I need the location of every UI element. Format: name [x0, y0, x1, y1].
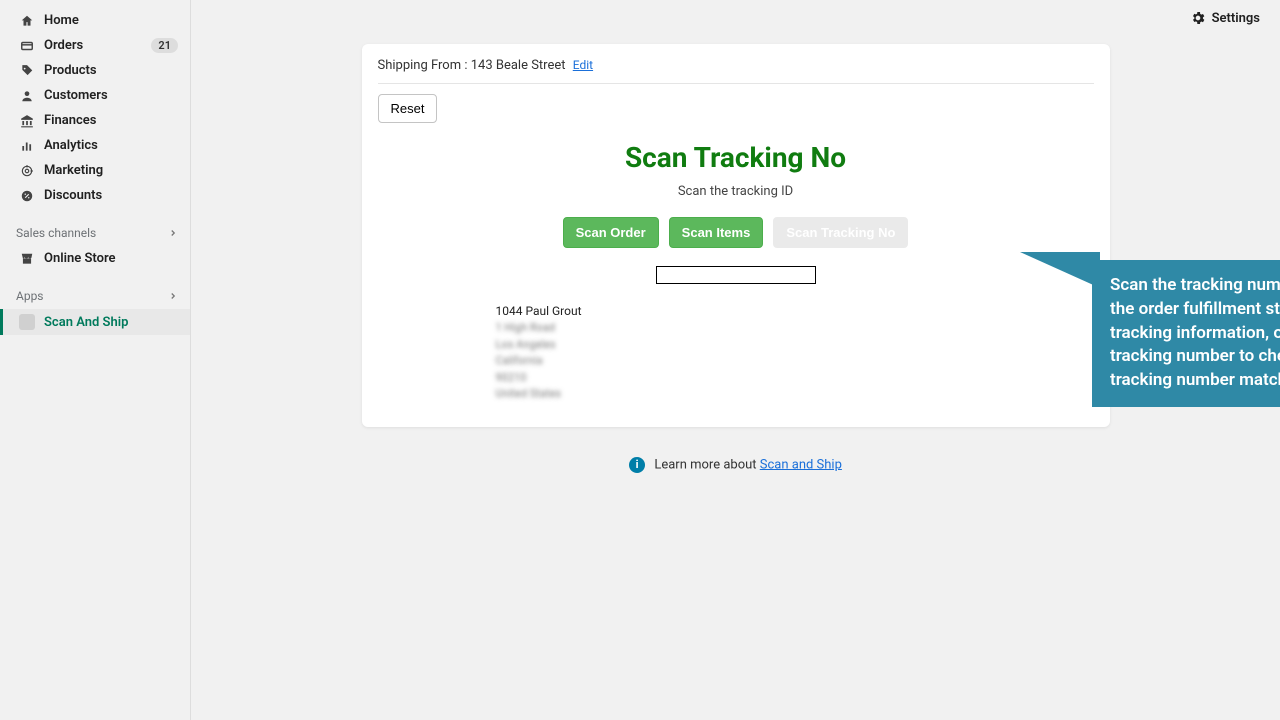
order-address-line: United States: [496, 386, 1094, 403]
discount-icon: [18, 189, 36, 203]
scan-card: Shipping From : 143 Beale Street Edit Re…: [362, 44, 1110, 427]
sidebar-item-label: Scan And Ship: [44, 315, 128, 330]
gear-icon: [1190, 10, 1206, 26]
scan-tracking-button[interactable]: Scan Tracking No: [773, 217, 908, 248]
settings-label: Settings: [1212, 11, 1260, 26]
page-subtitle: Scan the tracking ID: [378, 184, 1094, 199]
tag-icon: [18, 64, 36, 78]
step-buttons: Scan Order Scan Items Scan Tracking No: [378, 217, 1094, 248]
sidebar-item-analytics[interactable]: Analytics: [0, 133, 190, 158]
sidebar-section-sales[interactable]: Sales channels: [0, 220, 190, 246]
target-icon: [18, 164, 36, 178]
tracking-input[interactable]: [656, 266, 816, 284]
callout-text: Scan the tracking number to update the o…: [1110, 275, 1280, 390]
main-area: Settings Shipping From : 143 Beale Stree…: [191, 0, 1280, 720]
sidebar: Home Orders 21 Products Customers Financ…: [0, 0, 191, 720]
edit-shipping-link[interactable]: Edit: [573, 58, 593, 72]
sidebar-item-home[interactable]: Home: [0, 8, 190, 33]
sidebar-item-orders[interactable]: Orders 21: [0, 33, 190, 58]
settings-button[interactable]: Settings: [1190, 10, 1260, 26]
shipping-from-label: Shipping From :: [378, 58, 471, 73]
sidebar-section-label: Apps: [16, 289, 44, 303]
sidebar-item-label: Customers: [44, 88, 108, 103]
shipping-from-value: 143 Beale Street: [471, 58, 566, 73]
sidebar-item-label: Orders: [44, 38, 83, 53]
learn-more-row: i Learn more about Scan and Ship: [191, 457, 1280, 473]
learn-more-prefix: Learn more about: [654, 457, 759, 472]
scan-order-button[interactable]: Scan Order: [563, 217, 659, 248]
order-address-line: California: [496, 353, 1094, 370]
sidebar-item-label: Analytics: [44, 138, 98, 153]
chevron-right-icon: [168, 291, 178, 301]
orders-badge: 21: [151, 38, 178, 53]
home-icon: [18, 14, 36, 28]
person-icon: [18, 89, 36, 103]
sidebar-section-label: Sales channels: [16, 226, 96, 240]
order-details: 1044 Paul Grout 1 High Road Los Angeles …: [496, 302, 1094, 403]
sidebar-item-label: Online Store: [44, 251, 116, 266]
tooltip-callout: Scan the tracking number to update the o…: [1092, 260, 1280, 407]
sidebar-item-label: Discounts: [44, 188, 102, 203]
sidebar-section-apps[interactable]: Apps: [0, 283, 190, 309]
sidebar-item-discounts[interactable]: Discounts: [0, 183, 190, 208]
info-icon: i: [629, 457, 645, 473]
sidebar-item-marketing[interactable]: Marketing: [0, 158, 190, 183]
scan-items-button[interactable]: Scan Items: [669, 217, 764, 248]
learn-more-link[interactable]: Scan and Ship: [760, 457, 842, 472]
bank-icon: [18, 114, 36, 128]
store-icon: [18, 252, 36, 266]
shipping-from-row: Shipping From : 143 Beale Street Edit: [378, 58, 1094, 84]
sidebar-item-label: Home: [44, 13, 79, 28]
sidebar-item-label: Finances: [44, 113, 97, 128]
order-title: 1044 Paul Grout: [496, 302, 1094, 320]
sidebar-item-finances[interactable]: Finances: [0, 108, 190, 133]
orders-icon: [18, 39, 36, 53]
sidebar-item-customers[interactable]: Customers: [0, 83, 190, 108]
sidebar-item-label: Marketing: [44, 163, 103, 178]
page-title: Scan Tracking No: [378, 141, 1094, 174]
order-address-line: 90210: [496, 370, 1094, 387]
sidebar-item-scan-and-ship[interactable]: Scan And Ship: [0, 309, 190, 335]
sidebar-item-products[interactable]: Products: [0, 58, 190, 83]
analytics-icon: [18, 139, 36, 153]
order-address-line: 1 High Road: [496, 320, 1094, 337]
app-icon: [18, 314, 36, 330]
order-address-line: Los Angeles: [496, 337, 1094, 354]
sidebar-item-label: Products: [44, 63, 97, 78]
chevron-right-icon: [168, 228, 178, 238]
reset-button[interactable]: Reset: [378, 94, 438, 123]
sidebar-item-online-store[interactable]: Online Store: [0, 246, 190, 271]
